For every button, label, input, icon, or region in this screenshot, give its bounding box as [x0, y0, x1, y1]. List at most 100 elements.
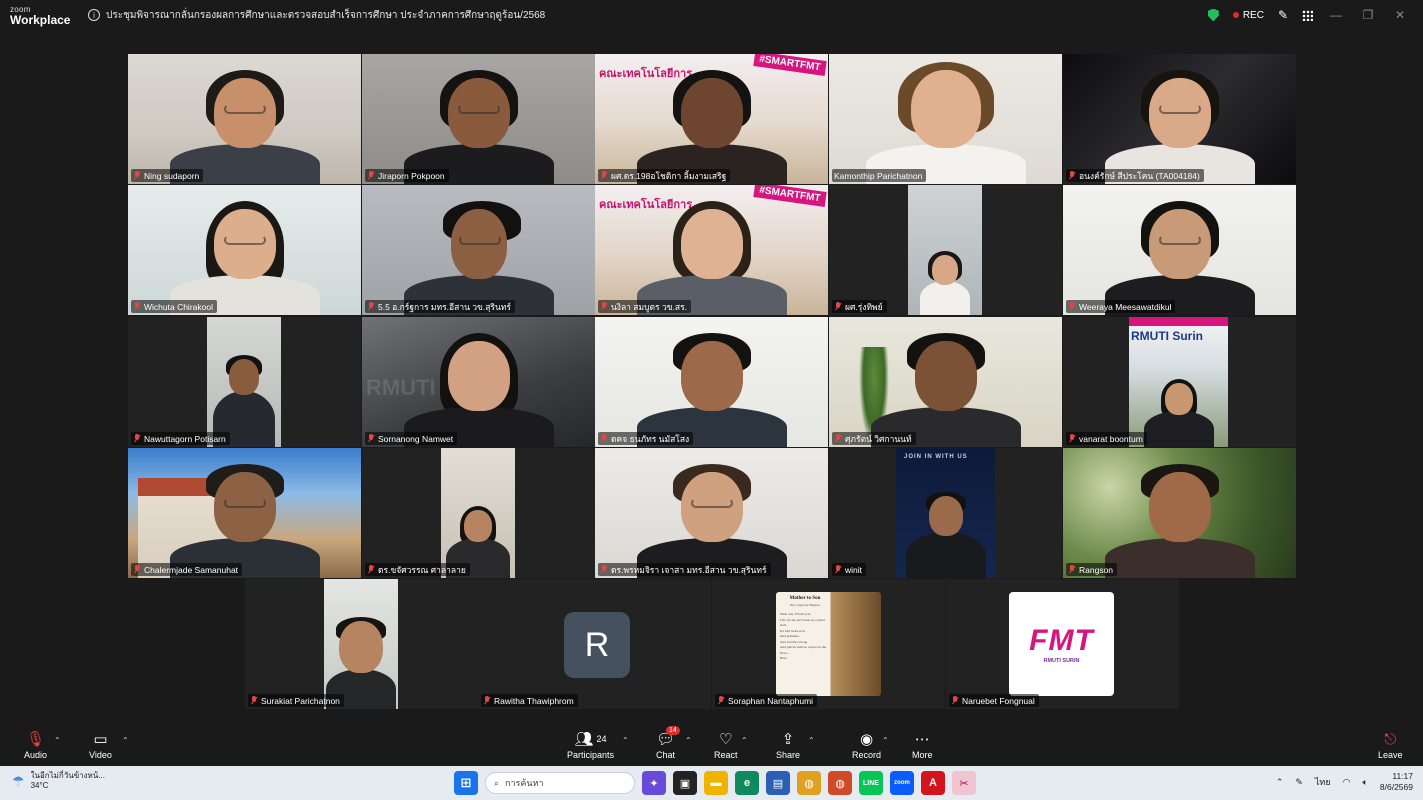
close-button[interactable]: ✕ — [1391, 8, 1409, 22]
participant-nametag: Nawuttagorn Potisarn — [131, 432, 230, 445]
record-options-chevron-icon[interactable]: ⌃ — [882, 736, 889, 745]
video-options-chevron-icon[interactable]: ⌃ — [122, 736, 129, 745]
view-grid-icon[interactable] — [1302, 9, 1313, 21]
encryption-shield-icon[interactable] — [1207, 8, 1219, 22]
mic-muted-icon — [600, 171, 608, 180]
video-tile[interactable]: Mother to Son By Langston Hughes Well, s… — [712, 579, 945, 709]
participant-name: winit — [845, 564, 863, 575]
participant-nametag: ศุภรัตน์ วิศกานนท์ — [832, 432, 916, 445]
leave-button[interactable]: ⎋ Leave — [1378, 728, 1403, 761]
share-screen-icon: ⇪ — [781, 731, 795, 748]
video-tile[interactable]: Ning sudaporn — [128, 54, 361, 184]
react-options-chevron-icon[interactable]: ⌃ — [741, 736, 748, 745]
participant-name: Nawuttagorn Potisarn — [144, 433, 226, 444]
video-tile[interactable]: คณะเทคโนโลยีการ #SMARTFMT นงิลา สมบูตร ว… — [595, 185, 828, 315]
video-tile[interactable]: 5.5 อ.กร์ฐการ มทร.อีสาน วข.สุรินทร์ — [362, 185, 595, 315]
store-app-icon[interactable]: ▤ — [766, 771, 790, 795]
video-tile[interactable]: Chalermjade Samanuhat — [128, 448, 361, 578]
participant-nametag: Sornanong Namwet — [365, 432, 458, 445]
share-label: Share — [776, 750, 801, 760]
banner-strip — [1129, 317, 1228, 326]
input-language[interactable]: ไทย — [1315, 775, 1331, 789]
participant-nametag: ผศ.รุ่งทิพย์ — [832, 300, 887, 313]
video-tile[interactable]: ดคจ ธนภัทร นมัสโสง — [595, 317, 828, 447]
volume-icon[interactable]: 🔈︎ — [1363, 777, 1368, 788]
share-button[interactable]: ⇪ Share — [776, 728, 800, 760]
video-tile[interactable]: RMUTI Surin vanarat boontum — [1063, 317, 1296, 447]
video-tile[interactable]: Nawuttagorn Potisarn — [128, 317, 361, 447]
video-feed — [362, 185, 595, 315]
participants-options-chevron-icon[interactable]: ⌃ — [622, 736, 629, 745]
participant-name: ดร.ขจัศวรรณ ศาลาลาย — [378, 564, 466, 575]
participant-name: ผศ.รุ่งทิพย์ — [845, 301, 883, 312]
record-button[interactable]: ◉ Record — [852, 728, 881, 760]
video-tile[interactable]: Weeraya Meesawatdikul — [1063, 185, 1296, 315]
audio-label: Audio — [24, 750, 48, 760]
clock[interactable]: 11:17 8/6/2569 — [1380, 771, 1413, 793]
zoom-app-icon[interactable]: zoom — [890, 771, 914, 795]
wifi-icon[interactable]: ◠ — [1343, 777, 1351, 788]
windows-start-icon[interactable]: ⊞ — [454, 771, 478, 795]
taskbar-search[interactable]: ⌕ การค้นหา — [485, 772, 635, 794]
weather-widget[interactable]: ☂ ในอีกไม่กี่วันข้างหน้... 34°C — [12, 771, 105, 791]
rec-label: REC — [1242, 9, 1264, 21]
video-tile[interactable]: ดร.พรหมจิรา เจาสา มทร.อีสาน วข.สุรินทร์ — [595, 448, 828, 578]
video-tile-active-speaker[interactable]: Kamonthip Parichatnon — [829, 54, 1062, 184]
participant-name: ดคจ ธนภัทร นมัสโสง — [611, 433, 690, 444]
participant-name: Kamonthip Parichatnon — [834, 170, 923, 181]
participant-nametag: ดร.ขจัศวรรณ ศาลาลาย — [365, 563, 470, 576]
video-label: Video — [89, 750, 112, 760]
audio-button[interactable]: 🎙︎ Audio — [24, 728, 47, 760]
minimize-button[interactable]: — — [1327, 8, 1345, 22]
weather-forecast: ในอีกไม่กี่วันข้างหน้... — [30, 771, 105, 780]
video-feed — [324, 579, 398, 709]
video-tile[interactable]: อนงค์รักษ์ สีประโคน (TA004184) — [1063, 54, 1296, 184]
video-tile[interactable]: Jiraporn Pokpoon — [362, 54, 595, 184]
video-tile[interactable]: JOIN IN WITH US winit — [829, 448, 1062, 578]
line-app-icon[interactable]: LINE — [859, 771, 883, 795]
video-tile[interactable]: ผศ.รุ่งทิพย์ — [829, 185, 1062, 315]
meeting-info[interactable]: i ประชุมพิจารณากลั่นกรองผลการศึกษาและตรว… — [88, 8, 545, 23]
participants-label: Participants — [567, 750, 615, 760]
video-tile[interactable]: FMT RMUTI SURIN Naruebet Fongnual — [946, 579, 1179, 709]
video-tile[interactable]: คณะเทคโนโลยีการ #SMARTFMT ผศ.ดร.198อโชติ… — [595, 54, 828, 184]
acrobat-app-icon[interactable]: A — [921, 771, 945, 795]
tray-overflow-chevron-icon[interactable]: ⌃ — [1276, 777, 1284, 788]
more-button[interactable]: ⋯ More — [912, 728, 933, 760]
chrome-profile-icon[interactable]: ◍ — [828, 771, 852, 795]
audio-options-chevron-icon[interactable]: ⌃ — [54, 736, 61, 745]
react-button[interactable]: ♡ React — [714, 728, 738, 760]
video-tile[interactable]: ศุภรัตน์ วิศกานนท์ — [829, 317, 1062, 447]
participant-nametag: Chalermjade Samanuhat — [131, 563, 243, 576]
mic-muted-icon — [834, 434, 842, 443]
pen-tray-icon[interactable]: ✎ — [1295, 777, 1303, 788]
video-tile[interactable]: Surakiat Parichatnon — [245, 579, 478, 709]
recording-indicator[interactable]: REC — [1232, 9, 1264, 21]
video-tile[interactable]: R Rawitha Thawiphrom — [478, 579, 711, 709]
chat-options-chevron-icon[interactable]: ⌃ — [685, 736, 692, 745]
video-tile[interactable]: Rangson — [1063, 448, 1296, 578]
file-explorer-icon[interactable]: ▬ — [704, 771, 728, 795]
video-feed — [595, 448, 828, 578]
copilot-app-icon[interactable]: ✦ — [642, 771, 666, 795]
chrome-browser-icon[interactable]: ◍ — [797, 771, 821, 795]
virtual-bg-hashtag: #SMARTFMT — [753, 185, 827, 207]
record-icon: ◉ — [859, 731, 874, 748]
mic-muted-icon — [133, 171, 141, 180]
share-options-chevron-icon[interactable]: ⌃ — [808, 736, 815, 745]
restore-button[interactable]: ❐ — [1359, 8, 1377, 22]
edge-browser-icon[interactable]: e — [735, 771, 759, 795]
video-tile[interactable]: ดร.ขจัศวรรณ ศาลาลาย — [362, 448, 595, 578]
video-tile[interactable]: Wichuta Chirakool — [128, 185, 361, 315]
participants-button[interactable]: 👥︎ 24 Participants — [567, 728, 614, 760]
video-tile[interactable]: RMUTI Sornanong Namwet — [362, 317, 595, 447]
mic-muted-icon — [367, 434, 375, 443]
snipping-tool-icon[interactable]: ✂ — [952, 771, 976, 795]
task-view-icon[interactable]: ▣ — [673, 771, 697, 795]
mic-muted-icon — [483, 696, 491, 705]
system-tray: ⌃ ✎ ไทย ◠ 🔈︎ 11:17 8/6/2569 — [1276, 771, 1413, 793]
chat-button[interactable]: 💬︎ 14 Chat — [656, 726, 680, 760]
info-icon[interactable]: i — [88, 9, 100, 21]
video-button[interactable]: ▭ Video — [89, 728, 112, 760]
annotate-pencil-icon[interactable]: ✎ — [1278, 8, 1288, 22]
